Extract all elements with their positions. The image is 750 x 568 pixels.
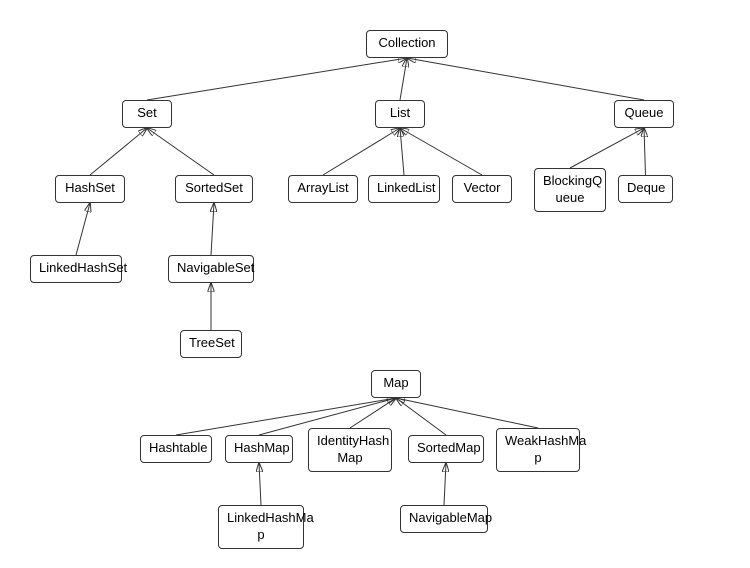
node-sortedmap: SortedMap [408, 435, 484, 463]
node-linkedlist: LinkedList [368, 175, 440, 203]
node-navigablemap: NavigableMap [400, 505, 488, 533]
node-identityhashmap: IdentityHash Map [308, 428, 392, 472]
node-deque: Deque [618, 175, 673, 203]
node-treeset: TreeSet [180, 330, 242, 358]
node-list: List [375, 100, 425, 128]
node-set: Set [122, 100, 172, 128]
node-linkedhashset: LinkedHashSet [30, 255, 122, 283]
node-hashtable: Hashtable [140, 435, 212, 463]
node-arraylist: ArrayList [288, 175, 358, 203]
node-blockingqueue: BlockingQ ueue [534, 168, 606, 212]
connector-lines [0, 0, 750, 568]
node-collection: Collection [366, 30, 448, 58]
node-queue: Queue [614, 100, 674, 128]
class-hierarchy-diagram: Collection Set List Queue HashSet SortedSet Ar… [0, 0, 750, 568]
node-navigableset: NavigableSet [168, 255, 254, 283]
node-linkedhashmap: LinkedHashMa p [218, 505, 304, 549]
node-vector: Vector [452, 175, 512, 203]
node-hashmap: HashMap [225, 435, 293, 463]
node-sortedset: SortedSet [175, 175, 253, 203]
node-map: Map [371, 370, 421, 398]
node-weakhashmap: WeakHashMa p [496, 428, 580, 472]
node-hashset: HashSet [55, 175, 125, 203]
